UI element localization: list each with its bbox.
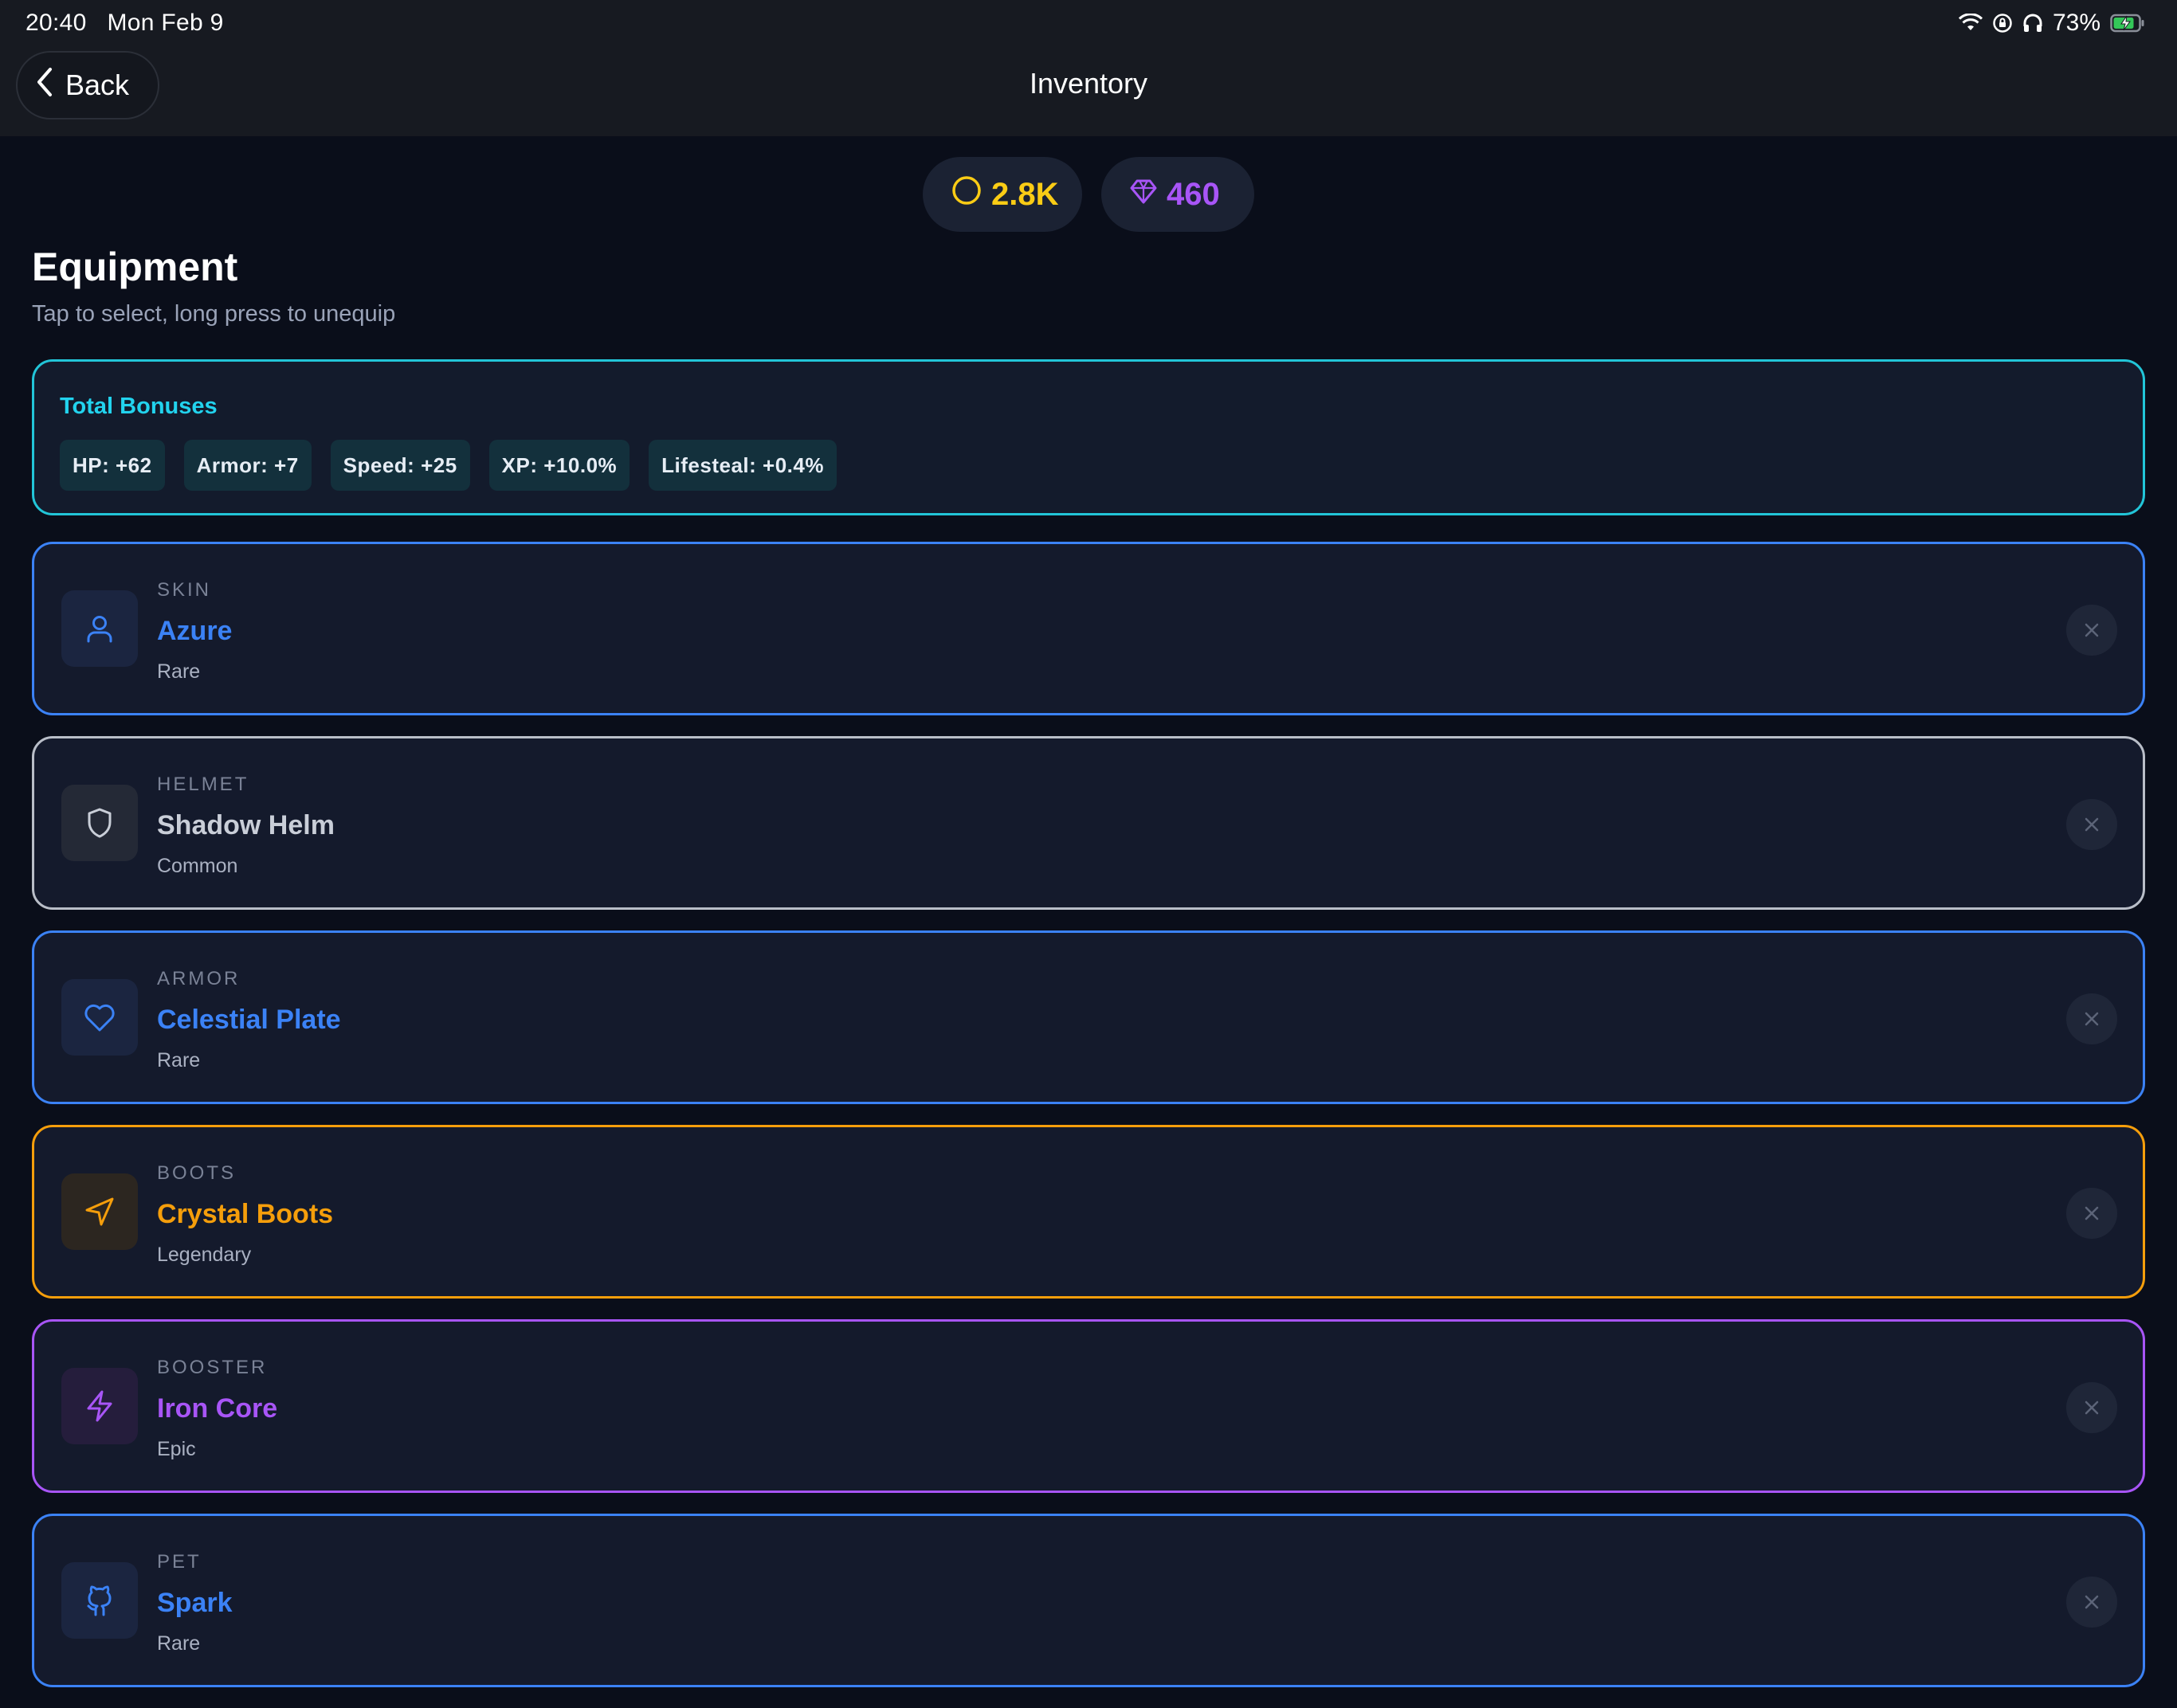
- lock-rotation-icon: [1992, 13, 2013, 33]
- unequip-button[interactable]: [2066, 799, 2117, 850]
- shield-icon: [61, 785, 138, 861]
- close-icon: [2085, 1595, 2099, 1609]
- top-bar: 20:40 Mon Feb 9 73% Back Inventory: [0, 0, 2177, 136]
- github-cat-icon: [61, 1562, 138, 1639]
- close-icon: [2085, 817, 2099, 832]
- lightning-icon: [61, 1368, 138, 1444]
- bonuses-title: Total Bonuses: [60, 394, 218, 419]
- close-icon: [2085, 623, 2099, 637]
- slot-label: PET: [157, 1551, 202, 1573]
- coins-badge[interactable]: 2.8K: [923, 157, 1082, 232]
- item-name: Shadow Helm: [157, 810, 335, 840]
- heart-icon: [61, 979, 138, 1056]
- item-name: Spark: [157, 1588, 233, 1618]
- status-indicators: 73%: [1958, 10, 2145, 37]
- unequip-button[interactable]: [2066, 993, 2117, 1044]
- item-rarity: Common: [157, 855, 238, 877]
- bonus-chips: HP: +62 Armor: +7 Speed: +25 XP: +10.0% …: [60, 440, 837, 491]
- coins-value: 2.8K: [991, 176, 1059, 212]
- item-rarity: Rare: [157, 1049, 201, 1071]
- slot-label: SKIN: [157, 579, 212, 601]
- bonus-chip-hp: HP: +62: [60, 440, 165, 491]
- bonus-chip-lifesteal: Lifesteal: +0.4%: [649, 440, 837, 491]
- gems-value: 460: [1167, 176, 1220, 212]
- coin-icon: [951, 175, 982, 214]
- unequip-button[interactable]: [2066, 605, 2117, 656]
- total-bonuses-panel: Total Bonuses HP: +62 Armor: +7 Speed: +…: [32, 359, 2145, 515]
- equipment-list: SKIN Azure Rare HELMET Shadow Helm Commo…: [32, 542, 2145, 1708]
- bonus-chip-xp: XP: +10.0%: [488, 440, 630, 491]
- close-icon: [2085, 1206, 2099, 1220]
- unequip-button[interactable]: [2066, 1577, 2117, 1628]
- item-name: Crystal Boots: [157, 1199, 334, 1229]
- item-rarity: Epic: [157, 1438, 196, 1460]
- slot-label: BOOSTER: [157, 1357, 268, 1378]
- user-icon: [61, 590, 138, 667]
- section-title: Equipment: [32, 245, 238, 289]
- slot-label: ARMOR: [157, 968, 241, 989]
- item-name: Iron Core: [157, 1393, 278, 1424]
- unequip-button[interactable]: [2066, 1188, 2117, 1239]
- equipment-card-helmet[interactable]: HELMET Shadow Helm Common: [32, 736, 2145, 910]
- gems-badge[interactable]: 460: [1101, 157, 1254, 232]
- bonus-chip-speed: Speed: +25: [330, 440, 470, 491]
- navigation-arrow-icon: [61, 1173, 138, 1250]
- status-clock: 20:40: [25, 10, 87, 36]
- status-date: Mon Feb 9: [107, 10, 224, 36]
- currency-bar: 2.8K 460: [0, 157, 2177, 232]
- equipment-card-skin[interactable]: SKIN Azure Rare: [32, 542, 2145, 715]
- section-subtitle: Tap to select, long press to unequip: [32, 301, 396, 327]
- unequip-button[interactable]: [2066, 1382, 2117, 1433]
- slot-label: BOOTS: [157, 1162, 237, 1184]
- item-rarity: Rare: [157, 1632, 201, 1655]
- equipment-card-pet[interactable]: PET Spark Rare: [32, 1514, 2145, 1687]
- item-name: Azure: [157, 616, 233, 646]
- equipment-card-boots[interactable]: BOOTS Crystal Boots Legendary: [32, 1125, 2145, 1299]
- item-name: Celestial Plate: [157, 1005, 341, 1035]
- battery-charging-icon: [2110, 14, 2145, 33]
- status-time: 20:40 Mon Feb 9: [25, 10, 224, 37]
- wifi-icon: [1958, 14, 1983, 33]
- headphones-icon: [2022, 13, 2043, 33]
- equipment-card-armor[interactable]: ARMOR Celestial Plate Rare: [32, 930, 2145, 1104]
- item-rarity: Legendary: [157, 1244, 252, 1266]
- equipment-card-booster[interactable]: BOOSTER Iron Core Epic: [32, 1319, 2145, 1493]
- close-icon: [2085, 1012, 2099, 1026]
- close-icon: [2085, 1400, 2099, 1415]
- bonus-chip-armor: Armor: +7: [183, 440, 312, 491]
- gem-icon: [1130, 177, 1157, 213]
- slot-label: HELMET: [157, 774, 249, 795]
- page-title: Inventory: [1029, 67, 1148, 100]
- battery-percent: 73%: [2052, 10, 2101, 36]
- item-rarity: Rare: [157, 660, 201, 683]
